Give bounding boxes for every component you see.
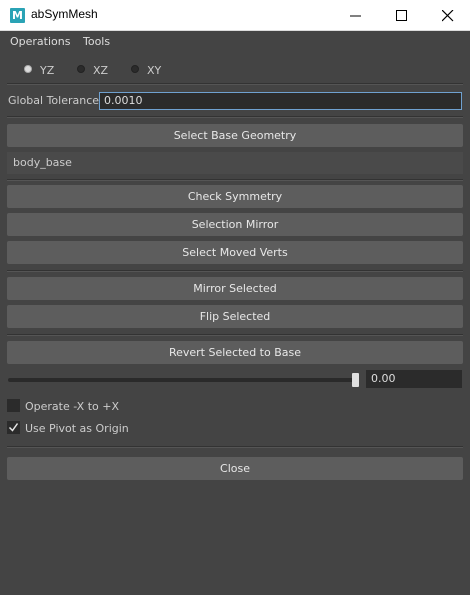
select-moved-verts-button[interactable]: Select Moved Verts [7, 241, 463, 264]
radio-dot-icon [24, 65, 32, 73]
use-pivot-label: Use Pivot as Origin [25, 422, 129, 435]
minimize-icon [350, 15, 361, 17]
close-button[interactable]: Close [7, 457, 463, 480]
slider-handle[interactable] [352, 373, 359, 387]
radio-xy-label: XY [147, 64, 162, 77]
revert-selected-button[interactable]: Revert Selected to Base [7, 341, 463, 364]
radio-xz-label: XZ [93, 64, 109, 77]
separator [7, 116, 463, 118]
mirror-selected-button[interactable]: Mirror Selected [7, 277, 463, 300]
maximize-button[interactable] [378, 0, 424, 31]
checkmark-icon [8, 423, 19, 432]
selection-mirror-button[interactable]: Selection Mirror [7, 213, 463, 236]
separator [7, 179, 463, 181]
menu-bar: Operations Tools [0, 31, 470, 53]
separator [7, 83, 463, 85]
check-symmetry-button[interactable]: Check Symmetry [7, 185, 463, 208]
separator [7, 446, 463, 448]
maya-app-icon: M [10, 8, 25, 23]
close-window-button[interactable] [424, 0, 470, 31]
separator [7, 334, 463, 336]
tolerance-input[interactable]: 0.0010 [99, 92, 462, 110]
operate-x-checkbox[interactable] [7, 399, 20, 412]
radio-yz[interactable]: YZ [24, 63, 64, 77]
maximize-icon [396, 10, 407, 21]
separator [7, 270, 463, 272]
slider-track[interactable] [8, 378, 356, 382]
radio-dot-icon [77, 65, 85, 73]
flip-selected-button[interactable]: Flip Selected [7, 305, 463, 328]
slider-value-input[interactable]: 0.00 [366, 370, 462, 388]
operate-x-label: Operate -X to +X [25, 400, 119, 413]
close-icon [442, 10, 454, 22]
use-pivot-checkbox[interactable] [7, 421, 20, 434]
radio-xz[interactable]: XZ [77, 63, 117, 77]
base-geometry-field: body_base [7, 152, 463, 174]
menu-tools[interactable]: Tools [83, 35, 110, 48]
radio-dot-icon [131, 65, 139, 73]
window-title: abSymMesh [31, 7, 98, 21]
radio-xy[interactable]: XY [131, 63, 171, 77]
menu-operations[interactable]: Operations [10, 35, 70, 48]
minimize-button[interactable] [332, 0, 378, 31]
title-bar: M abSymMesh [0, 0, 470, 31]
select-base-geometry-button[interactable]: Select Base Geometry [7, 124, 463, 147]
radio-yz-label: YZ [40, 64, 55, 77]
tolerance-label: Global Tolerance [8, 94, 100, 107]
